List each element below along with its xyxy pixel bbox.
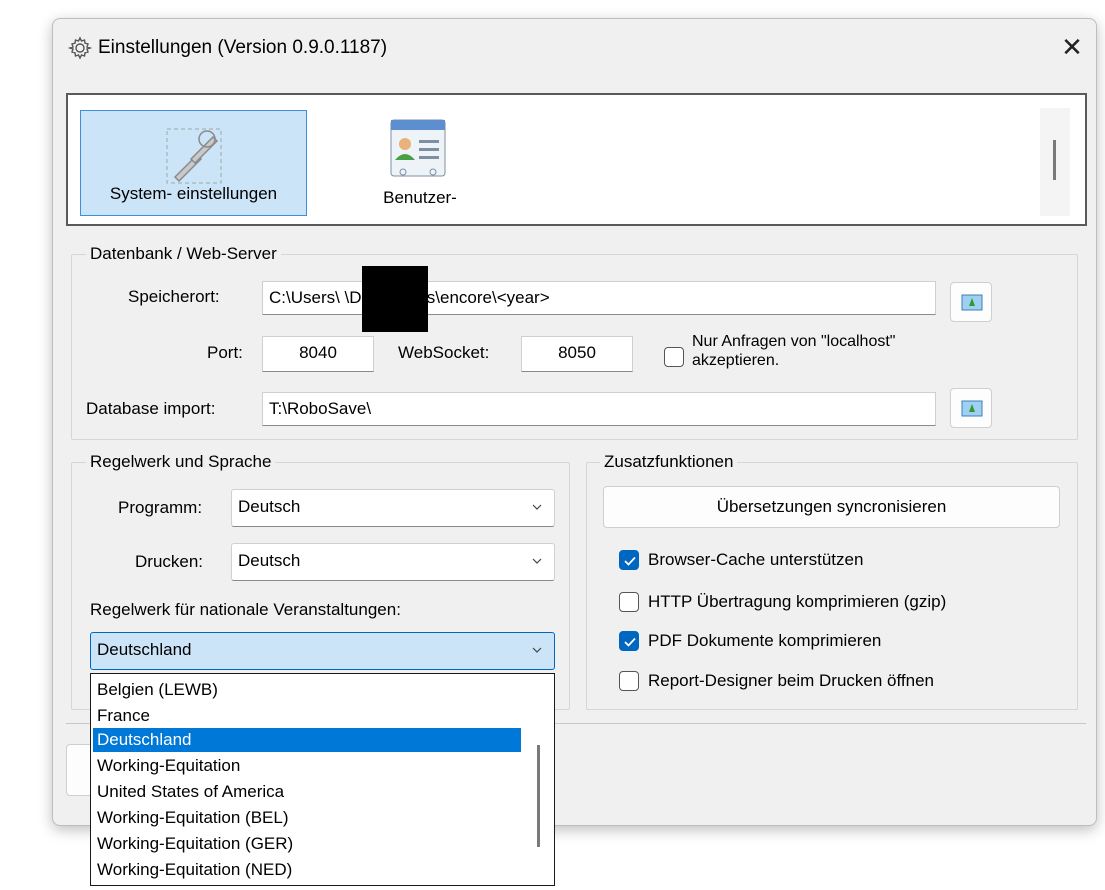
user-card-icon <box>390 119 446 177</box>
national-rules-select[interactable]: Deutschland <box>90 632 555 670</box>
window-title: Einstellungen (Version 0.9.0.1187) <box>98 37 388 58</box>
database-group-legend: Datenbank / Web-Server <box>86 243 281 265</box>
category-system-settings-label: System- einstellungen <box>109 184 278 203</box>
redaction-block <box>362 266 428 332</box>
program-language-value: Deutsch <box>238 497 301 516</box>
program-language-select[interactable]: Deutsch <box>231 489 555 527</box>
websocket-label: WebSocket: <box>398 343 490 362</box>
list-item[interactable]: Working-Equitation (NED) <box>93 858 521 882</box>
print-language-label: Drucken: <box>135 552 204 571</box>
print-language-value: Deutsch <box>238 551 301 570</box>
browser-cache-checkbox[interactable] <box>619 550 639 570</box>
report-designer-checkbox[interactable] <box>619 671 639 691</box>
close-button[interactable]: ✕ <box>1052 28 1092 68</box>
list-item[interactable]: Working-Equitation (BEL) <box>93 806 521 830</box>
import-browse-button[interactable] <box>950 388 992 428</box>
pdf-compress-checkbox[interactable] <box>619 631 639 651</box>
program-language-label: Programm: <box>118 498 203 517</box>
sync-translations-button[interactable]: Übersetzungen syncronisieren <box>603 486 1060 528</box>
list-item[interactable]: United States of America <box>93 780 521 804</box>
list-item[interactable]: Working-Equitation <box>93 754 521 778</box>
database-import-label: Database import: <box>86 399 216 418</box>
localhost-only-label: Nur Anfragen von "localhost" <box>692 333 896 350</box>
browser-cache-label: Browser-Cache unterstützen <box>648 550 864 569</box>
list-item[interactable]: Belgien (LEWB) <box>93 678 521 702</box>
localhost-only-checkbox[interactable] <box>664 347 684 367</box>
port-label: Port: <box>207 343 243 362</box>
folder-icon <box>961 400 983 417</box>
print-language-select[interactable]: Deutsch <box>231 543 555 581</box>
extra-functions-legend: Zusatzfunktionen <box>600 451 738 473</box>
report-designer-label: Report-Designer beim Drucken öffnen <box>648 671 934 690</box>
pdf-compress-label: PDF Dokumente komprimieren <box>648 631 882 650</box>
checkmark-icon <box>624 556 636 566</box>
folder-icon <box>961 294 983 311</box>
dropdown-scrollbar-thumb[interactable] <box>537 745 540 847</box>
category-scrollbar-thumb[interactable] <box>1053 140 1056 180</box>
gear-icon <box>68 36 92 60</box>
list-item[interactable]: Working-Equitation (GER) <box>93 832 521 856</box>
national-rules-value: Deutschland <box>97 640 192 659</box>
http-compress-label: HTTP Übertragung komprimieren (gzip) <box>648 592 947 611</box>
rules-language-legend: Regelwerk und Sprache <box>86 451 276 473</box>
national-rules-label: Regelwerk für nationale Veranstaltungen: <box>90 600 401 619</box>
category-user-settings-label[interactable]: Benutzer- <box>350 188 490 208</box>
database-import-input[interactable]: T:\RoboSave\ <box>262 392 936 426</box>
chevron-down-icon <box>532 647 542 653</box>
list-item[interactable]: France <box>93 704 521 728</box>
national-rules-dropdown-list: Belgien (LEWB) France Deutschland Workin… <box>90 673 555 886</box>
list-item-selected[interactable]: Deutschland <box>93 728 521 752</box>
wrench-icon <box>166 128 222 184</box>
websocket-input[interactable]: 8050 <box>521 336 633 372</box>
http-compress-checkbox[interactable] <box>619 592 639 612</box>
localhost-only-label-line2: akzeptieren. <box>692 352 780 369</box>
chevron-down-icon <box>532 558 542 564</box>
checkmark-icon <box>624 637 636 647</box>
port-input[interactable]: 8040 <box>262 336 374 372</box>
storage-browse-button[interactable] <box>950 282 992 322</box>
storage-location-label: Speicherort: <box>128 287 220 306</box>
chevron-down-icon <box>532 504 542 510</box>
